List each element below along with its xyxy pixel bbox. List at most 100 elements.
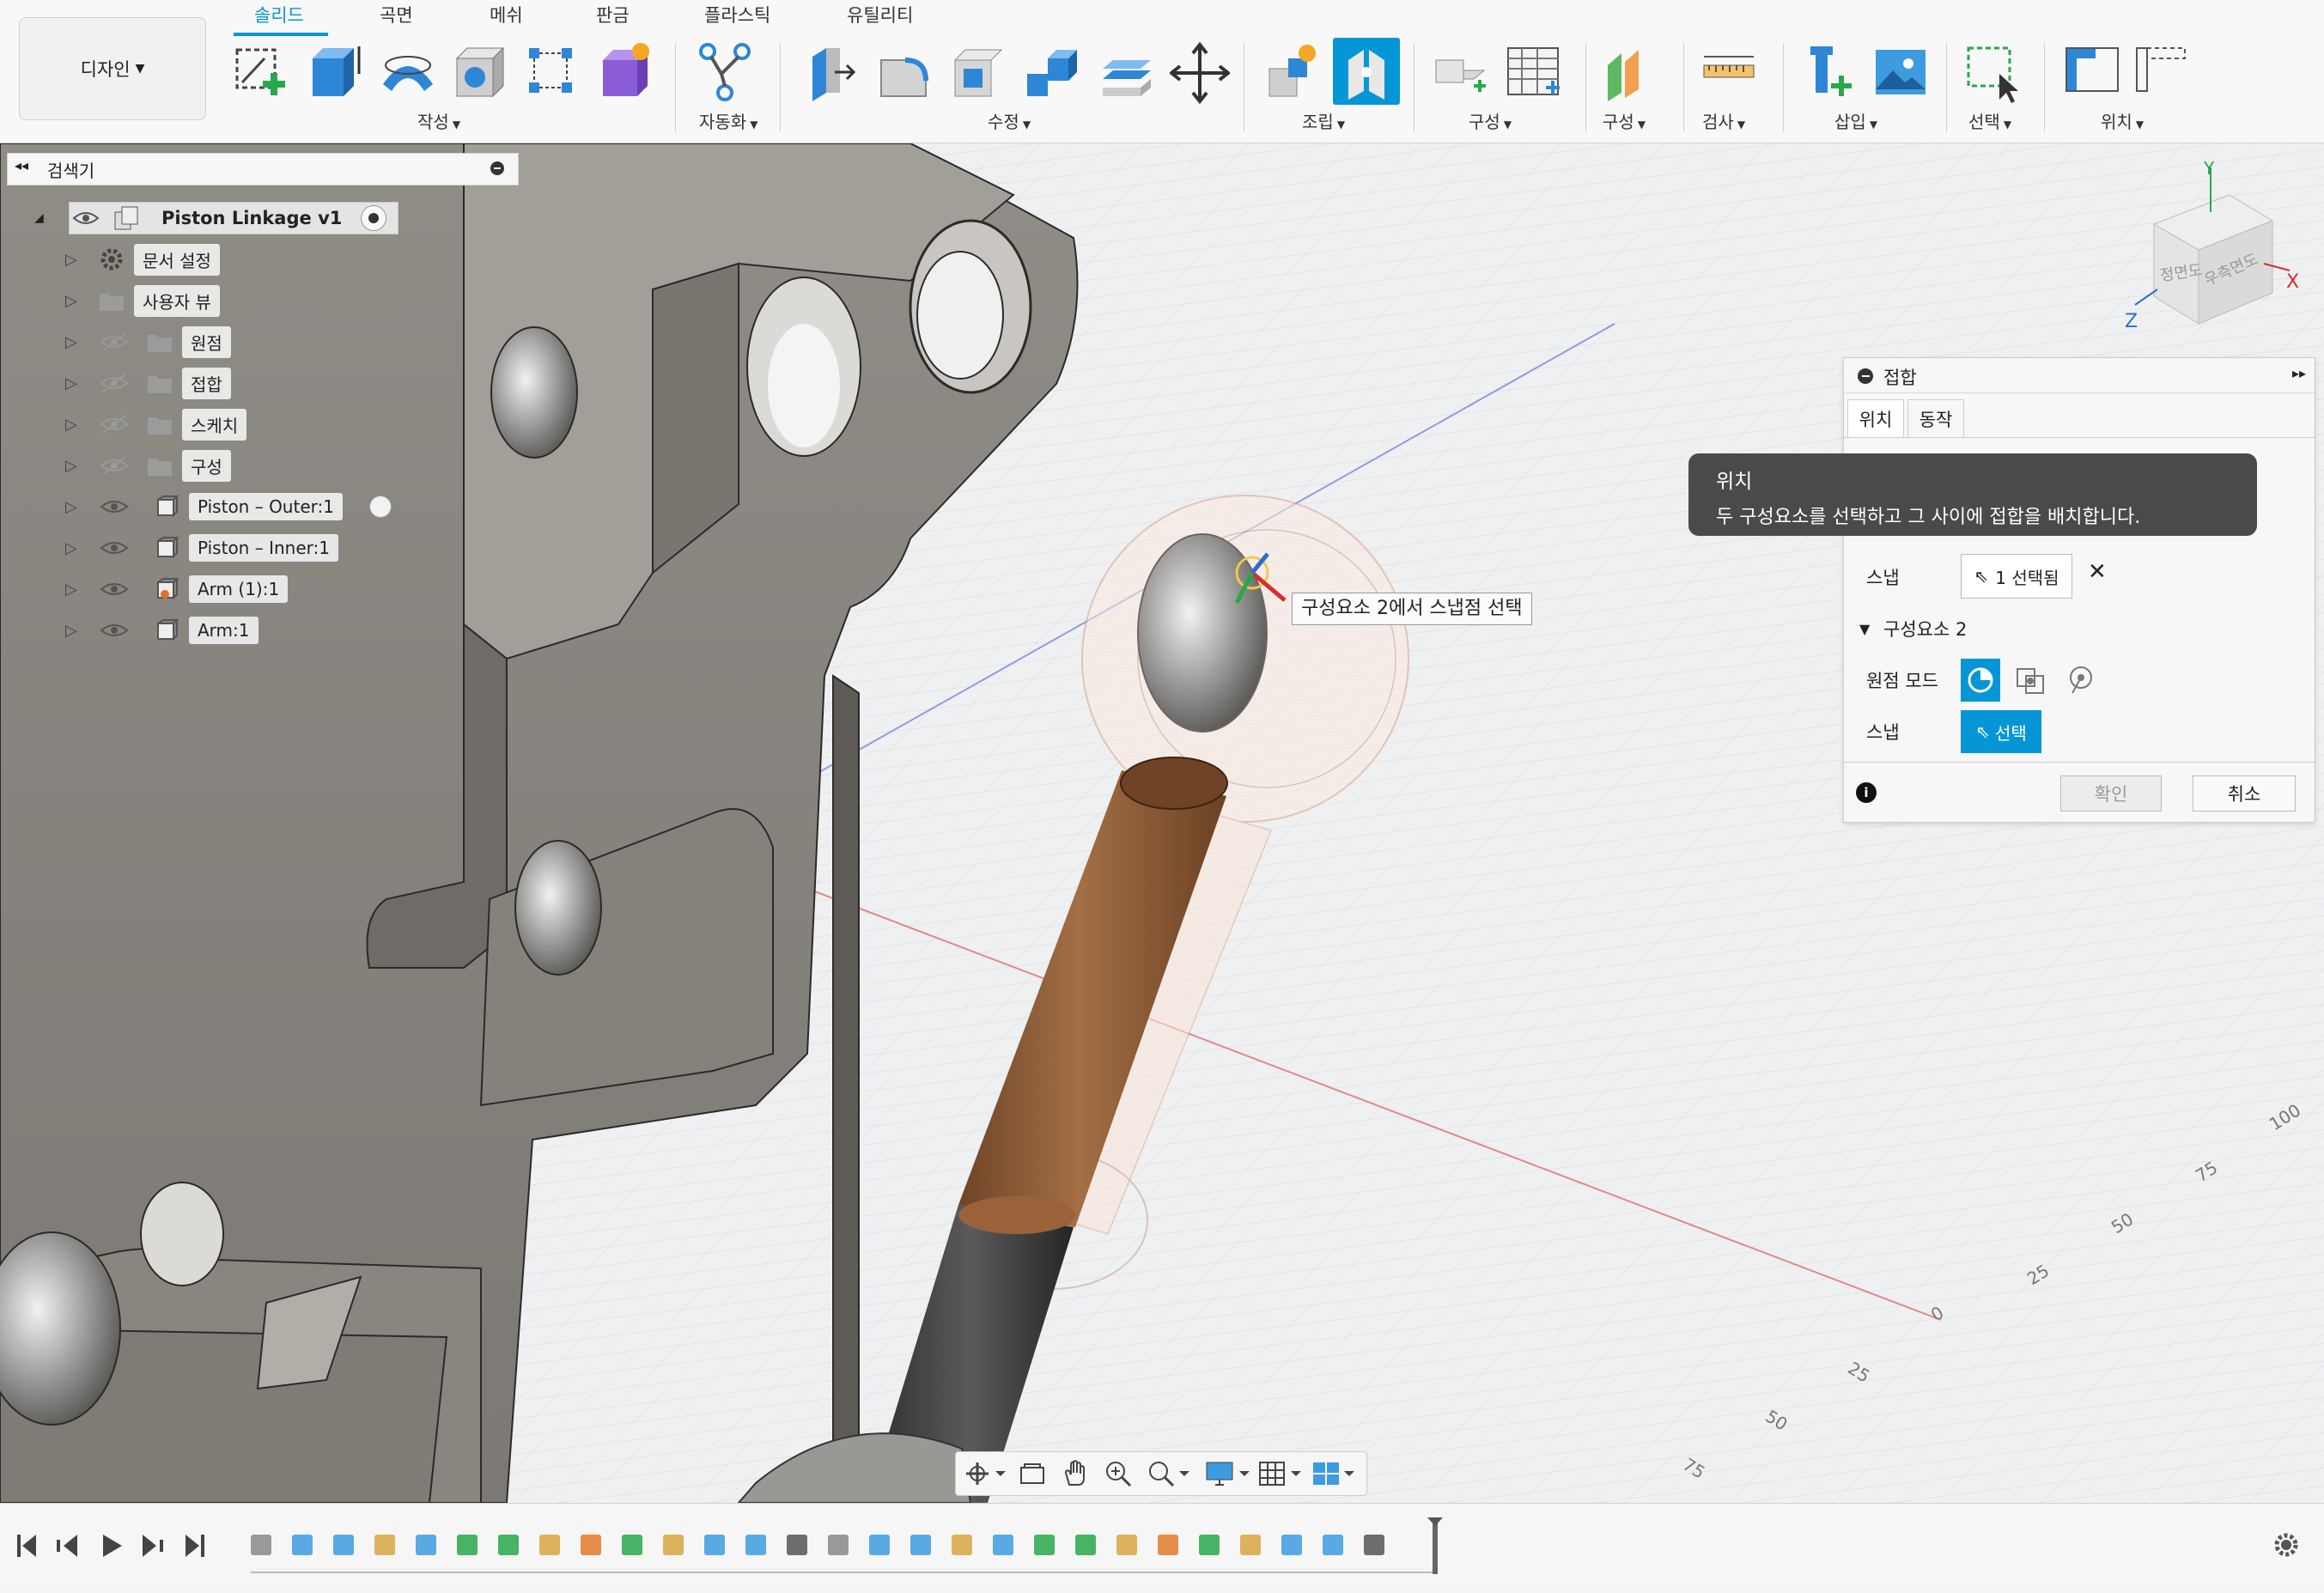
collapse-panel-icon[interactable]: ◂◂	[15, 157, 28, 173]
tree-root[interactable]: ◢ Piston Linkage v1	[0, 202, 522, 234]
fit-zoom-icon[interactable]	[1147, 1459, 1189, 1488]
group-insert[interactable]: 삽입 ▼	[1834, 108, 1877, 133]
offset-plane-icon[interactable]	[1429, 40, 1489, 106]
display-settings-icon[interactable]	[1205, 1459, 1251, 1488]
tree-item[interactable]: ▷ Piston – Outer:1	[0, 490, 522, 523]
pan-hand-icon[interactable]	[1061, 1459, 1090, 1488]
tab-motion[interactable]: 동작	[1907, 399, 1964, 438]
fillet-icon[interactable]	[874, 40, 934, 106]
insert-mcmaster-icon[interactable]	[1798, 40, 1859, 106]
tree-item[interactable]: ▷ 사용자 뷰	[0, 284, 522, 317]
browser-pin-icon[interactable]	[490, 161, 504, 175]
timeline-feature-icon[interactable]	[828, 1535, 849, 1555]
look-at-icon[interactable]	[1018, 1461, 1047, 1487]
insert-image-icon[interactable]	[1871, 40, 1931, 106]
activate-radio[interactable]	[361, 205, 386, 231]
press-pull-icon[interactable]	[800, 40, 861, 106]
timeline-feature-icon[interactable]	[910, 1535, 931, 1555]
snap-select-button[interactable]: ⇖ 선택	[1961, 710, 2041, 753]
tree-item-label[interactable]: 사용자 뷰	[134, 284, 220, 317]
grid-settings-icon[interactable]	[1258, 1459, 1305, 1488]
tab-solid[interactable]: 솔리드	[254, 2, 304, 27]
new-component-icon[interactable]	[1262, 40, 1323, 106]
tree-item-label[interactable]: 접합	[182, 367, 231, 399]
tree-item-label[interactable]: 스케치	[182, 408, 247, 441]
timeline-feature-icon[interactable]	[1199, 1535, 1220, 1555]
timeline-marker[interactable]	[1427, 1517, 1443, 1574]
move-icon[interactable]	[1170, 40, 1230, 106]
expand-triangle-icon[interactable]: ▷	[65, 622, 77, 640]
timeline-feature-icon[interactable]	[1281, 1535, 1302, 1555]
viewcube[interactable]: 정면도 우측면도 Y X Z	[2118, 161, 2315, 350]
expand-triangle-icon[interactable]: ▼	[1859, 621, 1870, 637]
tree-item-label[interactable]: Arm:1	[189, 617, 259, 644]
tab-utilities[interactable]: 유틸리티	[847, 2, 913, 27]
capture-position-icon[interactable]	[2061, 40, 2121, 106]
timeline-settings-icon[interactable]	[2274, 1533, 2298, 1557]
timeline-feature-icon[interactable]	[1034, 1535, 1055, 1555]
timeline-feature-icon[interactable]	[1364, 1535, 1384, 1555]
tree-item[interactable]: ▷ Arm:1	[0, 614, 522, 647]
timeline-feature-icon[interactable]	[292, 1535, 313, 1555]
tree-item-label[interactable]: 구성	[182, 449, 231, 482]
form-icon[interactable]	[594, 40, 654, 106]
step-forward-icon[interactable]	[143, 1535, 163, 1557]
expand-triangle-icon[interactable]: ▷	[65, 539, 77, 557]
root-component-label[interactable]: Piston Linkage v1	[161, 208, 342, 228]
group-create[interactable]: 작성 ▼	[417, 108, 460, 133]
tree-item[interactable]: ▷ Arm (1):1	[0, 573, 522, 605]
info-icon[interactable]: i	[1856, 782, 1877, 803]
tree-item-label[interactable]: Piston – Inner:1	[189, 534, 338, 562]
eye-icon[interactable]	[100, 538, 129, 558]
timeline-feature-icon[interactable]	[622, 1535, 642, 1555]
group-modify[interactable]: 수정 ▼	[988, 108, 1031, 133]
tree-item-label[interactable]: 문서 설정	[134, 243, 220, 276]
go-to-start-icon[interactable]	[17, 1535, 36, 1557]
expand-triangle-icon[interactable]: ▷	[65, 292, 77, 310]
eye-hidden-icon[interactable]	[100, 373, 129, 393]
timeline-feature-icon[interactable]	[1075, 1535, 1096, 1555]
timeline-feature-icon[interactable]	[704, 1535, 725, 1555]
workspace-switcher[interactable]: 디자인 ▼	[19, 17, 206, 120]
expand-icon[interactable]: ▸▸	[2292, 365, 2306, 381]
origin-mode-simple-button[interactable]	[1961, 659, 2000, 702]
timeline-feature-icon[interactable]	[869, 1535, 890, 1555]
measure-icon[interactable]	[1699, 40, 1759, 106]
group-automate[interactable]: 자동화 ▼	[699, 108, 757, 133]
group-assemble[interactable]: 조립 ▼	[1302, 108, 1345, 133]
minimize-icon[interactable]	[1858, 368, 1873, 384]
timeline-feature-icon[interactable]	[539, 1535, 560, 1555]
timeline-feature-icon[interactable]	[251, 1535, 271, 1555]
timeline-feature-icon[interactable]	[457, 1535, 478, 1555]
group-select[interactable]: 선택 ▼	[1968, 108, 2011, 133]
eye-hidden-icon[interactable]	[100, 455, 129, 476]
snap-target-hole[interactable]	[1137, 533, 1268, 733]
table-icon[interactable]	[1503, 40, 1563, 106]
timeline-feature-icon[interactable]	[745, 1535, 766, 1555]
orbit-icon[interactable]	[963, 1459, 1006, 1488]
timeline-feature-icon[interactable]	[663, 1535, 684, 1555]
offset-face-icon[interactable]	[1096, 40, 1156, 106]
timeline-strip[interactable]	[0, 1504, 2324, 1590]
create-sketch-icon[interactable]	[230, 40, 290, 106]
hole-icon[interactable]	[450, 40, 510, 106]
eye-icon[interactable]	[100, 620, 129, 641]
collapse-triangle-icon[interactable]: ◢	[34, 211, 44, 225]
between-two-faces-icon[interactable]	[2014, 664, 2047, 696]
timeline-feature-icon[interactable]	[374, 1535, 395, 1555]
joint-tool-active[interactable]	[1333, 38, 1400, 105]
timeline-feature-icon[interactable]	[333, 1535, 354, 1555]
timeline-feature-icon[interactable]	[416, 1535, 436, 1555]
timeline-feature-icon[interactable]	[581, 1535, 601, 1555]
shell-icon[interactable]	[948, 40, 1008, 106]
go-to-end-icon[interactable]	[186, 1535, 204, 1557]
eye-icon[interactable]	[72, 208, 100, 228]
tab-surface[interactable]: 곡면	[380, 2, 413, 27]
tree-item[interactable]: ▷ 원점	[0, 325, 522, 358]
select-window-icon[interactable]	[1962, 40, 2022, 106]
timeline-feature-icon[interactable]	[1116, 1535, 1137, 1555]
eye-icon[interactable]	[100, 496, 129, 517]
timeline-feature-icon[interactable]	[498, 1535, 519, 1555]
timeline-feature-icon[interactable]	[787, 1535, 807, 1555]
combine-icon[interactable]	[1022, 40, 1082, 106]
